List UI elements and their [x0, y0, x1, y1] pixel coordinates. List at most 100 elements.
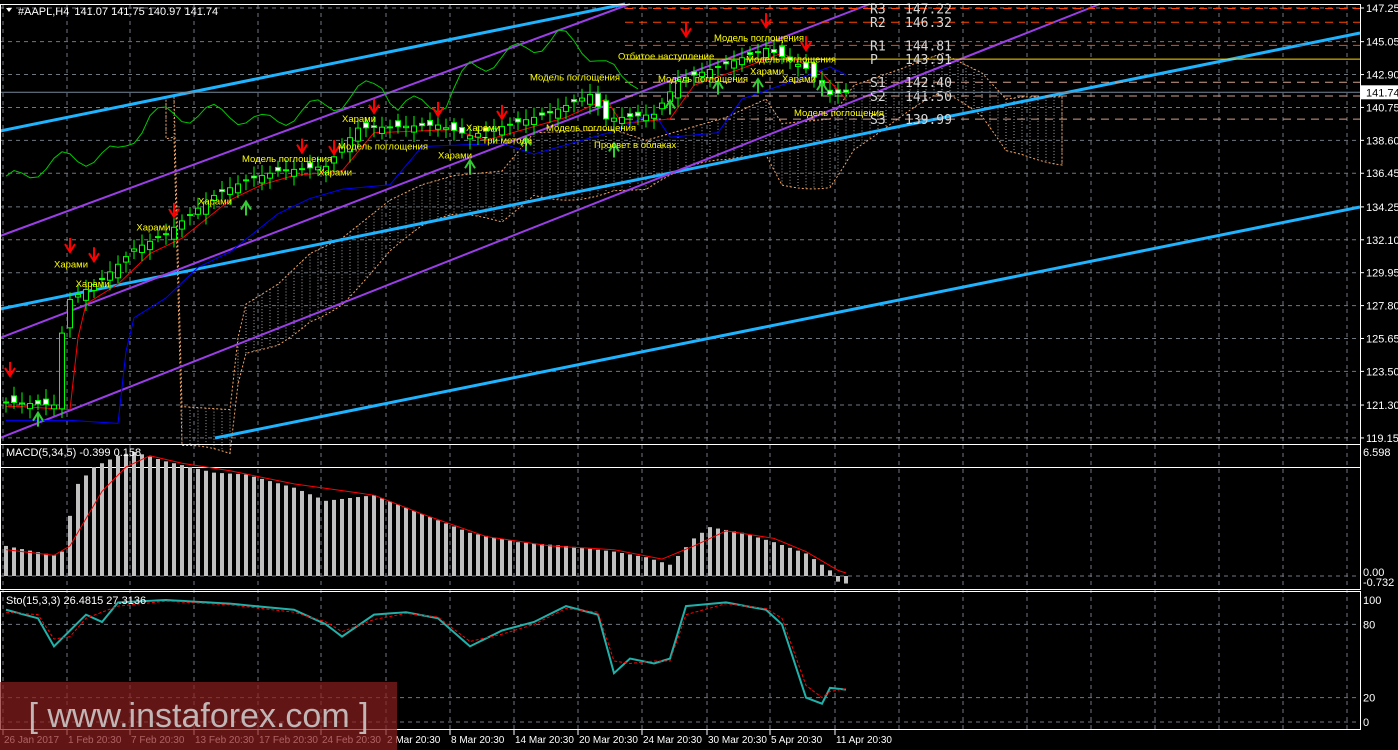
tenkan-line: [6, 52, 847, 411]
candle-body: [3, 401, 9, 404]
candle-body: [395, 120, 401, 128]
macd-bar: [388, 501, 392, 576]
macd-bar: [204, 470, 208, 576]
macd-bar: [764, 539, 768, 576]
candle-body: [459, 127, 465, 134]
candle-body: [195, 207, 201, 215]
candle-body: [659, 102, 665, 110]
macd-bar: [100, 463, 104, 576]
macd-bar: [692, 538, 696, 576]
symbol-name: #AAPL,H4: [18, 6, 69, 18]
macd-bar: [244, 474, 248, 576]
macd-bar: [828, 570, 832, 576]
candle-body: [227, 187, 233, 195]
sell-arrow-icon: [4, 361, 16, 378]
candle-body: [843, 89, 849, 93]
candle-body: [331, 156, 337, 164]
pattern-label: Харами: [466, 123, 500, 134]
candle-body: [499, 126, 505, 136]
macd-bar: [556, 545, 560, 576]
pivot-label-r1: R1 144.81: [870, 39, 952, 54]
pattern-label: Харами: [54, 259, 88, 270]
candle-body: [627, 113, 633, 118]
candle-body: [411, 125, 417, 133]
candle-body: [259, 175, 265, 184]
price-tick-label: 140.75: [1366, 102, 1398, 114]
axes: 147.25 145.05 142.90 140.75 138.60 136.45 134.…: [2, 3, 1398, 746]
sell-arrow-icon: [680, 22, 692, 39]
grid: [0, 5, 1360, 729]
pattern-label: Харами: [198, 197, 232, 208]
trading-chart[interactable]: R3 147.22R2 146.32R1 144.81P 143.91S1 142.40S…: [0, 0, 1398, 750]
macd-bar: [740, 532, 744, 576]
price-tick-label: 138.60: [1366, 135, 1398, 147]
candle-body: [547, 110, 553, 114]
macd-bar: [292, 487, 296, 576]
dropdown-triangle-icon[interactable]: [6, 8, 12, 12]
time-tick-label: 5 Apr 20:30: [771, 735, 823, 746]
cyan-channel-top[interactable]: [0, 2, 626, 133]
indicator-lines: [5, 29, 847, 424]
macd-bar: [380, 498, 384, 576]
pattern-label: Модель поглощения: [746, 54, 836, 65]
sell-arrow-icon: [432, 101, 444, 118]
candle-body: [435, 124, 441, 130]
price-tick-label: 132.10: [1366, 235, 1398, 247]
price-tick-label: 121.30: [1366, 400, 1398, 412]
candle-body: [507, 123, 513, 126]
cyan-channel-bottom[interactable]: [214, 205, 1361, 440]
macd-bar: [84, 475, 88, 576]
macd-bar: [700, 532, 704, 576]
candle-body: [635, 111, 641, 117]
pattern-label: Модель поглощения: [714, 33, 804, 44]
pattern-label: Харами: [76, 279, 110, 290]
candle-body: [715, 66, 721, 69]
candle-body: [219, 189, 225, 193]
candle-body: [251, 175, 257, 179]
candle-body: [139, 244, 145, 254]
macd-bar: [588, 548, 592, 576]
candle-body: [291, 168, 297, 177]
buy-arrow-icon: [752, 77, 764, 94]
candle-body: [379, 126, 385, 134]
stoch-tick-label: 80: [1363, 619, 1375, 631]
pattern-label: Харами: [782, 74, 816, 85]
candle-body: [443, 127, 449, 130]
symbol-header: #AAPL,H4 141.07 141.75 140.97 141.74: [18, 6, 218, 18]
pattern-label: Модель поглощения: [242, 154, 332, 165]
candle-body: [275, 166, 281, 172]
pattern-label: Модель поглощения: [794, 108, 884, 119]
candle-body: [835, 89, 841, 94]
candle-body: [603, 100, 609, 120]
price-tick-label: 123.50: [1366, 366, 1398, 378]
pattern-label: Модель поглощения: [546, 123, 636, 134]
time-tick-label: 30 Mar 20:30: [708, 735, 767, 746]
candle-body: [163, 233, 169, 236]
candle-body: [755, 51, 761, 54]
macd-bar: [532, 543, 536, 576]
macd-bar: [60, 551, 64, 576]
macd-bar: [500, 539, 504, 576]
macd-bar: [676, 555, 680, 576]
macd-bar: [252, 476, 256, 576]
candle-body: [235, 183, 241, 194]
candle-body: [59, 332, 65, 410]
macd-bar: [164, 461, 168, 576]
candle-body: [355, 127, 361, 142]
candle-body: [595, 93, 601, 108]
candle-body: [515, 118, 521, 123]
macd-bar: [420, 513, 424, 576]
macd-bar: [484, 535, 488, 576]
candle-body: [643, 114, 649, 122]
macd-bar: [268, 481, 272, 576]
macd-label: MACD(5,34,5) -0.399 0.158: [6, 447, 141, 459]
macd-bar: [276, 483, 280, 576]
purple-channel-bottom[interactable]: [0, 3, 1101, 439]
macd-bar: [332, 499, 336, 576]
macd-bar: [660, 562, 664, 576]
candle-body: [27, 403, 33, 410]
macd-bar: [628, 554, 632, 576]
price-tick-label: 145.05: [1366, 37, 1398, 49]
macd-bar: [308, 494, 312, 576]
macd-bar: [540, 544, 544, 576]
